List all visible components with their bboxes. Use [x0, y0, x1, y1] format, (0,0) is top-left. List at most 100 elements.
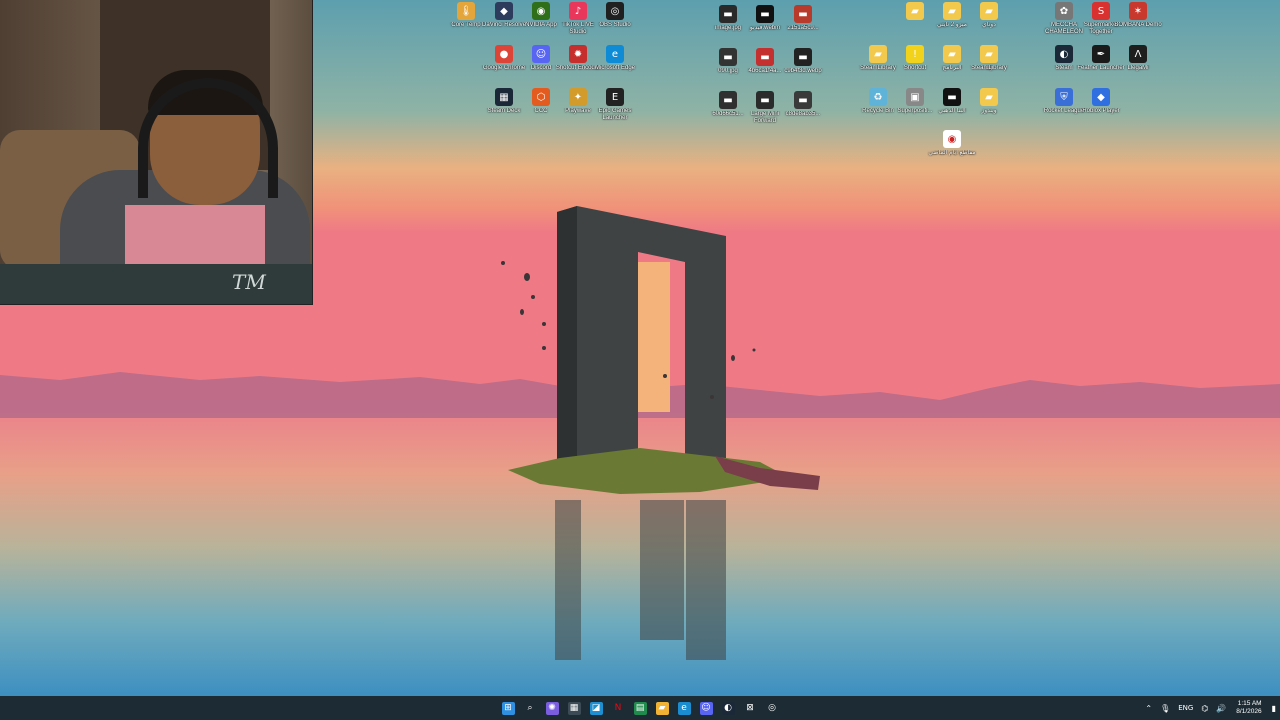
taskbar-start-button[interactable]: ⊞: [497, 696, 519, 720]
netflix-icon: N: [614, 703, 622, 713]
recycle-bin-icon: ♻: [869, 88, 887, 106]
desktop-icon-roblox[interactable]: ◆ Roblox Player: [1078, 88, 1124, 130]
desktop-icon-img-4[interactable]: ▬ c9b4f3d.webp: [780, 48, 826, 90]
clock-date: 8/1/2026: [1236, 708, 1262, 715]
image-file-icon: ▬: [794, 91, 812, 109]
volume-icon[interactable]: 🔊: [1216, 704, 1226, 713]
desktop-icon-pdf-1[interactable]: ◉ مقاطع ايام الماضي: [928, 130, 976, 172]
folder-icon: ▰: [943, 2, 961, 20]
taskbar-photos-button[interactable]: ◪: [585, 696, 607, 720]
desktop-icon-label: 2151a5c9...: [787, 25, 819, 31]
capture-icon: ⊠: [746, 703, 754, 713]
supermarket-icon: S: [1092, 2, 1110, 20]
desktop-icon-label: ويندوز: [981, 108, 997, 114]
shotcut-icon: ✹: [569, 45, 587, 63]
video-file-icon: ▬: [943, 88, 961, 106]
feather-icon: ✒: [1092, 45, 1110, 63]
desktop-icon-edge[interactable]: e Microsoft Edge: [592, 45, 638, 87]
roblox-icon: ◆: [1092, 88, 1110, 106]
playwave-icon: ✦: [569, 88, 587, 106]
edge-icon: e: [677, 701, 691, 715]
desktop-icon-label: LlegaMi: [1127, 65, 1149, 71]
desktop-icon-photo-2151[interactable]: ▬ 2151a5c9...: [780, 5, 826, 47]
image-file-icon: ▬: [719, 48, 737, 66]
folder-icon: ▰: [906, 2, 924, 20]
epic-games-icon: E: [606, 88, 624, 106]
steam-icon: ◐: [721, 701, 735, 715]
desktop-icon-bombanana[interactable]: ✶ BOMBANA Demo: [1114, 2, 1162, 44]
clock[interactable]: 1:15 AM 8/1/2026: [1236, 700, 1261, 716]
discord-icon: ☺: [532, 45, 550, 63]
taskbar: ⊞ ⌕ ✺ ▦ ◪ N ▤ ▰ e ☺ ◐ ⊠ ◎ ⌃ 🎙 ENG ⌬ 🔊 1:15 AM 8/1/20…: [0, 696, 1280, 720]
desktop-icon-playwave[interactable]: ✦ Playwave: [555, 88, 601, 130]
desktop-icon-label: دوناي: [982, 22, 996, 28]
folder-icon: ▰: [869, 45, 887, 63]
folder-icon: ▰: [980, 2, 998, 20]
image-file-icon: ▬: [794, 48, 812, 66]
desktop-icon-label: مقاطع ايام الماضي: [928, 150, 976, 156]
taskbar-netflix-button[interactable]: N: [607, 696, 629, 720]
desktop-icon-label: Roblox Player: [1082, 108, 1120, 114]
shield-icon: !: [906, 45, 924, 63]
davinci-icon: ◆: [495, 2, 513, 20]
desktop-icon-label: OBS Studio: [599, 22, 631, 28]
obs-icon: ◎: [768, 703, 776, 713]
taskbar-explorer-button[interactable]: ▰: [651, 696, 673, 720]
photos-icon: ◪: [589, 701, 603, 715]
steam-icon: ◐: [1055, 45, 1073, 63]
nvidia-icon: ◉: [532, 2, 550, 20]
taskbar-copilot-button[interactable]: ✺: [541, 696, 563, 720]
taskbar-capture-button[interactable]: ⊠: [739, 696, 761, 720]
desktop-icon-folder-3[interactable]: ▰ دوناي: [966, 2, 1012, 44]
tray-chevron-icon[interactable]: ⌃: [1145, 704, 1152, 713]
chrome-icon: ●: [495, 45, 513, 63]
taskbar-excel-button[interactable]: ▤: [629, 696, 651, 720]
taskbar-steam-button[interactable]: ◐: [717, 696, 739, 720]
taskbar-search-button[interactable]: ⌕: [519, 696, 541, 720]
desktop-icon-label: Microsoft Edge: [594, 65, 636, 71]
folder-icon: ▰: [943, 45, 961, 63]
desktop-icon-steam-library-2[interactable]: ▰ SteamLibrary: [966, 45, 1012, 87]
tiktok-icon: ♪: [569, 2, 587, 20]
folder-icon: ▰: [980, 88, 998, 106]
taskbar-store-app-button[interactable]: ▦: [563, 696, 585, 720]
webcam-signature: TM: [232, 270, 266, 294]
image-file-icon: ▬: [719, 5, 737, 23]
copilot-icon: ✺: [545, 701, 559, 715]
desktop-icon-label: Playwave: [565, 108, 591, 114]
edge-icon: e: [606, 45, 624, 63]
image-file-icon: ▬: [719, 91, 737, 109]
taskbar-obs-button[interactable]: ◎: [761, 696, 783, 720]
system-tray: ⌃ 🎙 ENG ⌬ 🔊 1:15 AM 8/1/2026 ▮: [1141, 696, 1280, 720]
desktop-icon-label: c9b4f3d.webp: [784, 68, 822, 74]
desktop-icon-lunar[interactable]: Λ LlegaMi: [1115, 45, 1161, 87]
desktop-icon-label: SteamLibrary: [971, 65, 1007, 71]
document-icon: ◉: [943, 130, 961, 148]
video-file-icon: ▬: [756, 5, 774, 23]
keyboard-icon: ▦: [495, 88, 513, 106]
desktop-icon-obs[interactable]: ◎ OBS Studio: [592, 2, 638, 44]
windows-start-icon: ⊞: [501, 701, 515, 715]
thermometer-icon: 🌡: [457, 2, 475, 20]
language-indicator[interactable]: ENG: [1178, 704, 1193, 712]
store-icon: ▦: [567, 701, 581, 715]
microphone-icon[interactable]: 🎙: [1160, 704, 1170, 713]
taskbar-edge-button[interactable]: e: [673, 696, 695, 720]
clock-time: 1:15 AM: [1237, 700, 1262, 707]
meccha-icon: ✿: [1055, 2, 1073, 20]
image-file-icon: ▬: [794, 5, 812, 23]
network-icon[interactable]: ⌬: [1201, 704, 1208, 713]
desktop-icon-label: BOMBANA Demo: [1114, 22, 1162, 28]
image-file-icon: ▬: [756, 48, 774, 66]
file-explorer-icon: ▰: [655, 701, 669, 715]
webcam-overlay: TM: [0, 0, 313, 305]
superposition-icon: ▣: [906, 88, 924, 106]
notification-icon[interactable]: ▮: [1272, 704, 1276, 713]
webcam-person-shirt: [125, 205, 265, 270]
ccc-icon: ⬡: [532, 88, 550, 106]
desktop-icon-folder-6[interactable]: ▰ ويندوز: [966, 88, 1012, 130]
taskbar-discord-button[interactable]: ☺: [695, 696, 717, 720]
desktop-icon-img-7[interactable]: ▬ c8de8ab35...: [780, 91, 826, 133]
bombanana-icon: ✶: [1129, 2, 1147, 20]
lunar-icon: Λ: [1129, 45, 1147, 63]
